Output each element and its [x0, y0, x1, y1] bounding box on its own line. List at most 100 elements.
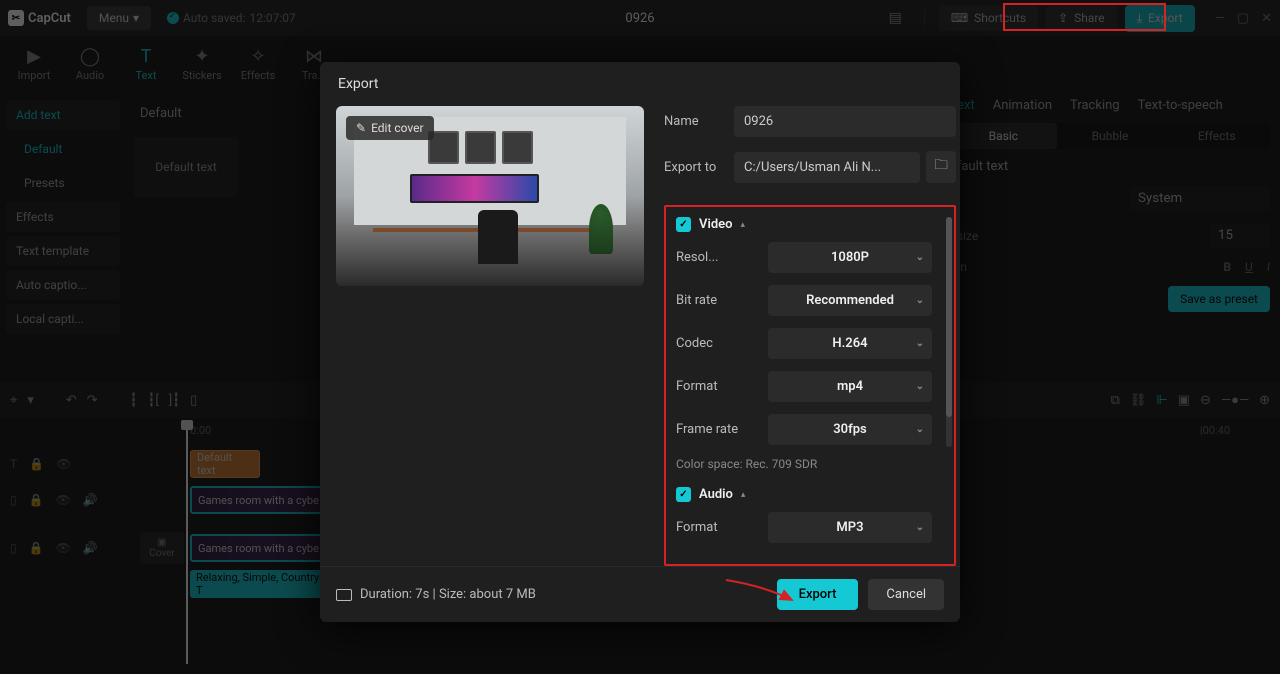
zoom-out-icon[interactable]: ⊖ — [1200, 393, 1211, 408]
chevron-down-icon: ⌄ — [916, 424, 924, 435]
font-size-input[interactable] — [1210, 223, 1270, 248]
chevron-down-icon: ▾ — [133, 11, 139, 25]
framerate-label: Frame rate — [676, 422, 754, 437]
shortcuts-button[interactable]: ⌨ Shortcuts — [939, 5, 1038, 31]
check-icon — [167, 12, 179, 24]
import-icon: ▶ — [27, 46, 41, 67]
chevron-down-icon: ⌄ — [916, 295, 924, 306]
subtab-bubble[interactable]: Bubble — [1057, 123, 1164, 149]
snap-icon[interactable]: ⊩ — [1156, 393, 1167, 408]
bold-icon[interactable]: B — [1223, 260, 1231, 274]
tab-animation[interactable]: Animation — [993, 98, 1052, 113]
browse-folder-button[interactable]: 🗀 — [926, 151, 956, 183]
text-preview: efault text — [950, 159, 1270, 174]
tool-text[interactable]: TText — [118, 46, 174, 82]
sidebar-presets[interactable]: Presets — [6, 168, 120, 198]
share-button[interactable]: ⇪ Share — [1046, 5, 1117, 31]
app-name: CapCut — [28, 11, 71, 26]
add-track-icon[interactable]: ⊕ — [1259, 393, 1270, 408]
cover-thumb[interactable]: ▣Cover — [140, 532, 184, 564]
dialog-title: Export — [320, 62, 960, 102]
framerate-select[interactable]: 30fps⌄ — [768, 414, 932, 445]
window-minimize-icon[interactable]: — — [1215, 11, 1225, 26]
chevron-down-icon[interactable]: ▾ — [27, 393, 34, 408]
bitrate-select[interactable]: Recommended⌄ — [768, 285, 932, 316]
sidebar-text-template[interactable]: Text template — [6, 236, 120, 266]
link-icon[interactable]: ⛓ — [1130, 393, 1147, 408]
collapse-icon[interactable]: ▴ — [741, 220, 746, 230]
cancel-button[interactable]: Cancel — [868, 579, 944, 610]
audio-section-title: Audio — [699, 487, 733, 502]
tool-stickers[interactable]: ✦Stickers — [174, 46, 230, 82]
export-path-input[interactable] — [734, 152, 920, 183]
codec-label: Codec — [676, 336, 754, 351]
sidebar-auto-captions[interactable]: Auto captio... — [6, 270, 120, 300]
media-tile-default-text[interactable]: Default text — [134, 137, 238, 197]
media-header: Default — [134, 100, 188, 127]
audio-checkbox[interactable]: ✓ — [676, 487, 691, 502]
subtab-effects[interactable]: Effects — [1163, 123, 1270, 149]
film-icon — [336, 589, 352, 601]
name-label: Name — [664, 114, 734, 129]
eye-icon[interactable]: 👁 — [56, 457, 71, 471]
tab-tts[interactable]: Text-to-speech — [1138, 98, 1223, 113]
tool-effects[interactable]: ✧Effects — [230, 46, 286, 82]
trim-left-icon[interactable]: ┇[ — [148, 393, 159, 408]
ruler-start: 0:00 — [190, 424, 211, 437]
sidebar-effects[interactable]: Effects — [6, 202, 120, 232]
lock-icon[interactable]: 🔒 — [29, 457, 44, 471]
pencil-icon: ✎ — [356, 121, 366, 135]
tool-audio[interactable]: ◯Audio — [62, 46, 118, 82]
project-title: 0926 — [625, 11, 654, 26]
video-checkbox[interactable]: ✓ — [676, 217, 691, 232]
resolution-select[interactable]: 1080P⌄ — [768, 242, 932, 273]
export-button-top[interactable]: ⤓ Export — [1125, 5, 1195, 32]
playhead[interactable] — [186, 424, 188, 664]
audio-format-select[interactable]: MP3⌄ — [768, 512, 932, 543]
color-space-note: Color space: Rec. 709 SDR — [676, 457, 944, 471]
subtab-basic[interactable]: Basic — [950, 123, 1057, 149]
misc-icon[interactable]: ▣ — [1178, 393, 1190, 408]
trim-right-icon[interactable]: ]┇ — [169, 393, 180, 408]
export-settings-highlight: ✓ Video ▴ Resol... 1080P⌄ Bit rate Recom… — [664, 205, 956, 566]
export-confirm-button[interactable]: Export — [777, 579, 859, 610]
clip-text[interactable]: Default text — [190, 450, 260, 478]
delete-icon[interactable]: ▯ — [190, 393, 197, 408]
name-input[interactable] — [734, 106, 956, 137]
chevron-down-icon: ⌄ — [916, 252, 924, 263]
highlight-share-export — [1003, 3, 1166, 31]
effects-icon: ✧ — [250, 46, 265, 67]
edit-cover-button[interactable]: ✎Edit cover — [346, 116, 434, 140]
collapse-icon[interactable]: ▴ — [741, 490, 746, 500]
ruler-end: |00:40 — [1200, 424, 1230, 437]
chevron-down-icon: ⌄ — [916, 381, 924, 392]
sidebar-default[interactable]: Default — [6, 134, 120, 164]
app-logo-icon: ✂ — [8, 10, 24, 26]
menu-button[interactable]: Menu ▾ — [87, 6, 151, 30]
format-label: Format — [676, 379, 754, 394]
window-close-icon[interactable]: ✕ — [1261, 11, 1272, 26]
tab-tracking[interactable]: Tracking — [1070, 98, 1120, 113]
sidebar-add-text[interactable]: Add text — [6, 100, 120, 130]
duration-size-meta: Duration: 7s | Size: about 7 MB — [360, 587, 536, 602]
codec-select[interactable]: H.264⌄ — [768, 328, 932, 359]
tool-import[interactable]: ▶Import — [6, 46, 62, 82]
magnet-icon[interactable]: ⧉ — [1111, 393, 1120, 408]
font-select[interactable] — [1130, 186, 1270, 211]
sidebar-local-captions[interactable]: Local capti... — [6, 304, 120, 334]
format-select[interactable]: mp4⌄ — [768, 371, 932, 402]
split-icon[interactable]: ┇ — [130, 393, 138, 408]
zoom-slider[interactable]: —●— — [1221, 392, 1249, 408]
scrollbar-thumb[interactable] — [946, 217, 952, 417]
italic-icon[interactable]: I — [1267, 260, 1270, 274]
cover-preview: ✎Edit cover — [336, 106, 644, 286]
underline-icon[interactable]: U — [1245, 260, 1253, 274]
save-preset-button[interactable]: Save as preset — [1168, 286, 1270, 312]
undo-icon[interactable]: ↶ — [66, 393, 77, 408]
redo-icon[interactable]: ↷ — [87, 393, 98, 408]
video-section-title: Video — [699, 217, 733, 232]
pointer-tool-icon[interactable]: ⌖ — [10, 393, 17, 408]
layout-icon[interactable]: ▤ — [881, 4, 910, 32]
window-maximize-icon[interactable]: ▢ — [1237, 11, 1249, 26]
text-icon: T — [141, 46, 152, 67]
